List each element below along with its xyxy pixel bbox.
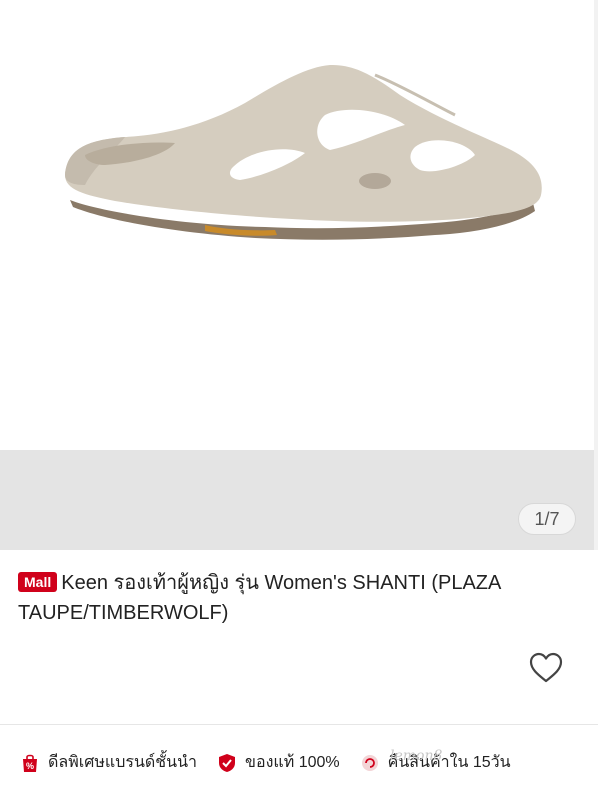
product-photo-sandal[interactable] xyxy=(55,55,555,255)
mall-badge: Mall xyxy=(18,572,58,592)
feature-authentic: ของแท้ 100% xyxy=(217,750,340,775)
gallery-lower-band xyxy=(0,450,598,550)
watermark: lemon8 xyxy=(390,748,443,764)
svg-text:%: % xyxy=(26,761,34,771)
shopping-bag-percent-icon: % xyxy=(23,754,37,772)
product-image-gallery[interactable]: 1/7 xyxy=(0,0,598,550)
feature-brand-deal: % ดีลพิเศษแบรนด์ชั้นนำ xyxy=(20,750,197,775)
feature-label: ของแท้ 100% xyxy=(245,754,340,771)
feature-label: ดีลพิเศษแบรนด์ชั้นนำ xyxy=(48,754,198,771)
product-title-block: Mall Keen รองเท้าผู้หญิง รุ่น Women's SHA… xyxy=(18,568,558,628)
gallery-scrollbar xyxy=(594,0,598,550)
heart-outline-icon[interactable] xyxy=(528,650,564,686)
product-title: Keen รองเท้าผู้หญิง รุ่น Women's SHANTI … xyxy=(18,572,501,624)
feature-strip: % ดีลพิเศษแบรนด์ชั้นนำ ของแท้ 100% คืนสิ… xyxy=(0,725,598,800)
return-icon xyxy=(361,754,378,771)
image-counter: 1/7 xyxy=(518,503,576,535)
shield-check-icon xyxy=(219,753,236,772)
